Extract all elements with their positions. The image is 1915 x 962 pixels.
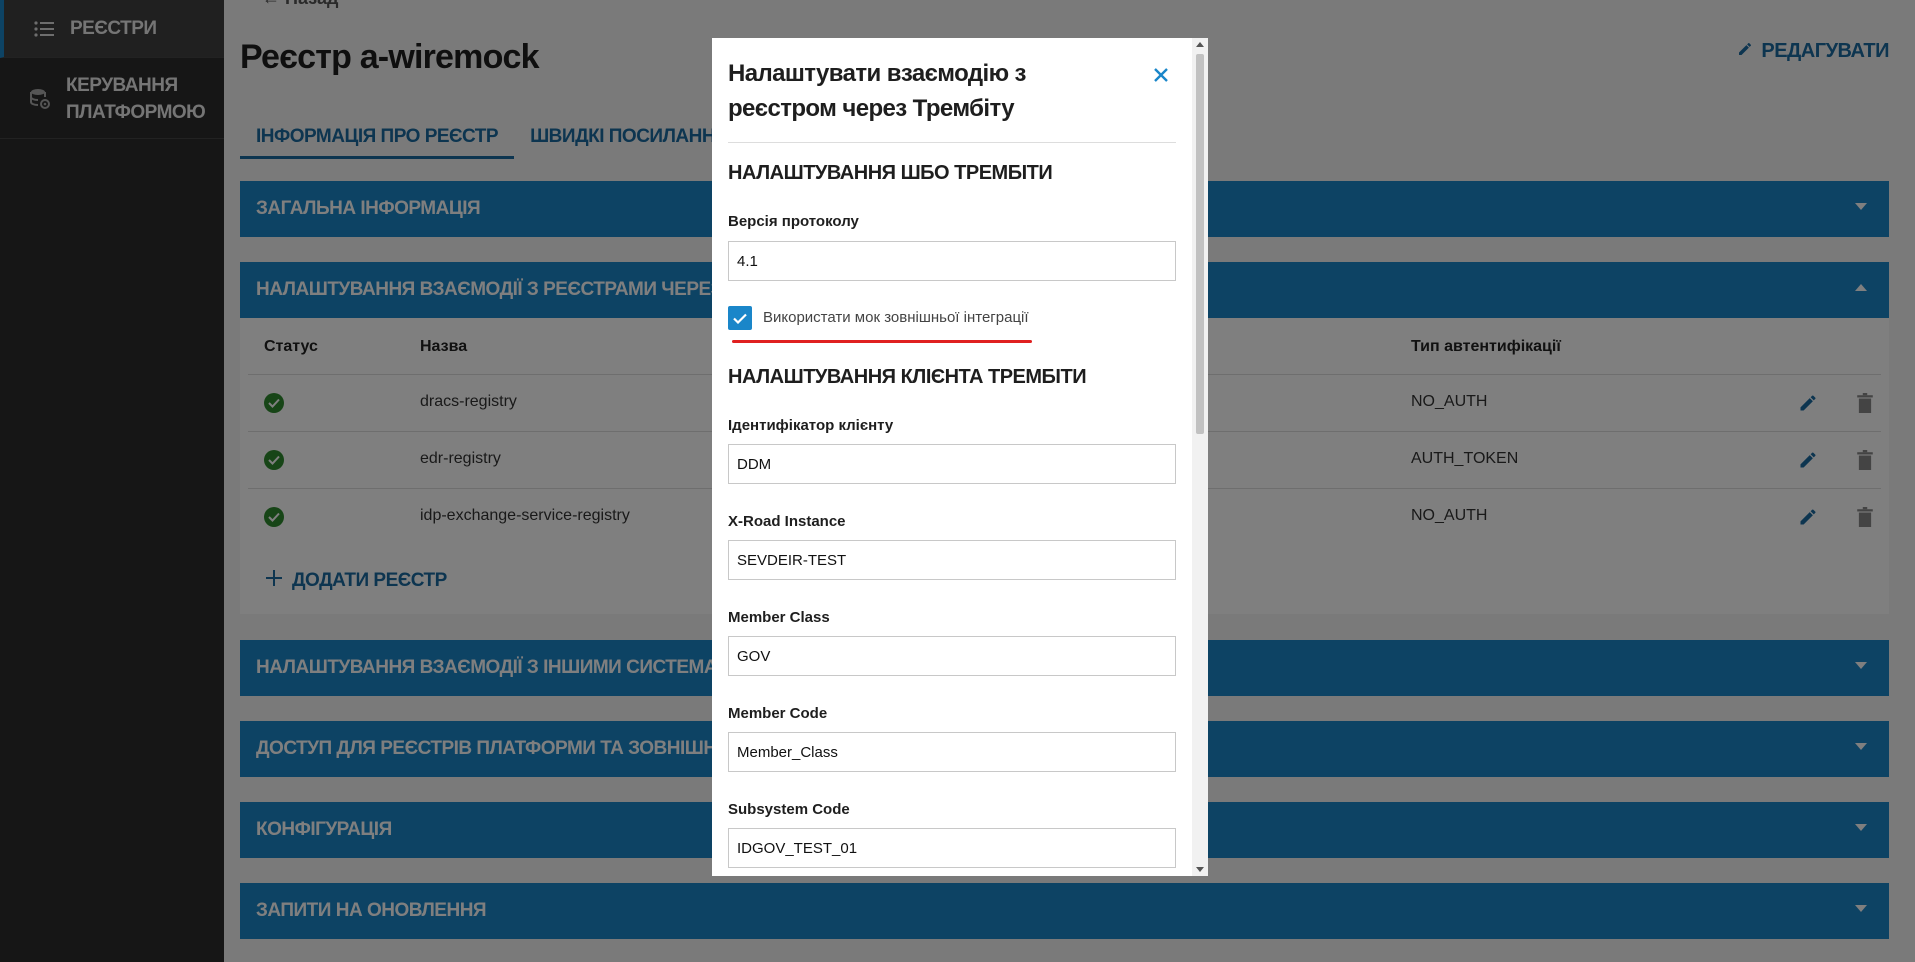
trembita-settings-dialog: Налаштувати взаємодію з реєстром через Т… <box>712 38 1208 876</box>
use-mock-label: Використати мок зовнішньої інтеграції <box>763 309 1029 326</box>
scroll-up-icon[interactable] <box>1196 42 1204 47</box>
xroad-instance-label: X-Road Instance <box>728 513 846 530</box>
member-code-label: Member Code <box>728 705 828 722</box>
section-heading-trembita-client: Налаштування клієнта Трембіти <box>728 366 1087 388</box>
use-mock-checkbox[interactable] <box>728 306 752 330</box>
client-id-label: Ідентифікатор клієнту <box>728 417 894 434</box>
highlight-underline <box>732 340 1032 343</box>
subsystem-code-label: Subsystem Code <box>728 801 850 818</box>
dialog-title: Налаштувати взаємодію з реєстром через Т… <box>728 60 1026 122</box>
client-id-input[interactable] <box>728 444 1176 484</box>
xroad-instance-input[interactable] <box>728 540 1176 580</box>
protocol-version-input[interactable] <box>728 241 1176 281</box>
close-button[interactable] <box>1148 62 1174 88</box>
subsystem-code-input[interactable] <box>728 828 1176 868</box>
section-heading-trembita-bus: Налаштування ШБО Трембіти <box>728 162 1053 184</box>
close-icon <box>1154 68 1168 82</box>
check-icon <box>733 313 747 324</box>
member-class-label: Member Class <box>728 609 830 626</box>
scroll-down-icon[interactable] <box>1196 867 1204 872</box>
dialog-scrollbar[interactable] <box>1192 38 1208 876</box>
member-code-input[interactable] <box>728 732 1176 772</box>
divider <box>728 142 1176 143</box>
member-class-input[interactable] <box>728 636 1176 676</box>
scroll-thumb[interactable] <box>1196 54 1204 434</box>
protocol-version-label: Версія протоколу <box>728 213 859 230</box>
